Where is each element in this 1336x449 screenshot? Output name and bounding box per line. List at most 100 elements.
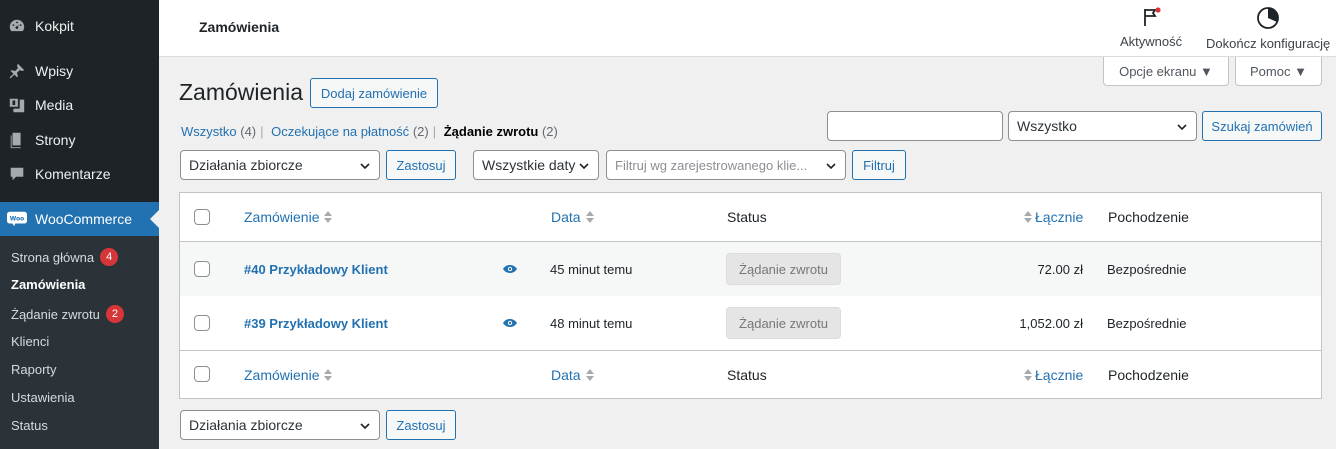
activity-button[interactable]: Aktywność: [1120, 6, 1182, 49]
sidebar-item-posts[interactable]: Wpisy: [0, 54, 159, 88]
table-row[interactable]: #39 Przykładowy Klient 48 minut temu Żąd…: [180, 296, 1321, 350]
sidebar-item-label: Strony: [35, 132, 76, 148]
select-placeholder: Filtruj wg zarejestrowanego klie...: [615, 157, 808, 173]
order-search-input[interactable]: [827, 111, 1003, 141]
sidebar-item-woocommerce[interactable]: Woo WooCommerce: [0, 202, 159, 236]
view-count: (4): [240, 124, 257, 139]
filter-button[interactable]: Filtruj: [852, 150, 906, 180]
order-date: 48 minut temu: [550, 315, 633, 331]
submenu-item-label: Strona główna: [11, 249, 95, 265]
column-footer-total[interactable]: Łącznie: [1023, 351, 1083, 398]
order-link[interactable]: #40 Przykładowy Klient: [244, 242, 388, 296]
page-title: Zamówienia: [179, 79, 303, 105]
help-button[interactable]: Pomoc ▼: [1235, 57, 1322, 86]
finish-setup-button[interactable]: Dokończ konfigurację: [1206, 6, 1330, 51]
view-count: (2): [412, 124, 429, 139]
submenu-item-refund-requests[interactable]: Żądanie zwrotu 2: [11, 305, 124, 323]
view-refund-request[interactable]: Żądanie zwrotu: [444, 124, 539, 139]
view-all[interactable]: Wszystko: [181, 124, 237, 139]
column-header-total[interactable]: Łącznie: [1023, 193, 1083, 241]
dashboard-icon: [7, 16, 27, 36]
column-footer-date[interactable]: Data: [551, 351, 595, 398]
view-count: (2): [541, 124, 558, 139]
select-value: Działania zbiorcze: [189, 157, 303, 173]
row-checkbox[interactable]: [194, 315, 210, 331]
submenu-item-customers[interactable]: Klienci: [11, 334, 49, 349]
notification-badge: 4: [100, 248, 119, 266]
submenu-item-label: Raporty: [11, 362, 57, 377]
progress-circle-icon: [1257, 7, 1280, 29]
submenu-item-orders[interactable]: Zamówienia: [11, 277, 85, 292]
column-header-status: Status: [727, 209, 767, 225]
chevron-down-icon: [1177, 124, 1187, 131]
submenu-item-status[interactable]: Status: [11, 418, 48, 433]
sidebar-item-label: Komentarze: [35, 166, 111, 182]
sidebar-item-label: Kokpit: [35, 18, 74, 34]
sort-icon: [585, 210, 595, 224]
sidebar-item-label: Wpisy: [35, 63, 74, 79]
column-footer-origin: Pochodzenie: [1108, 366, 1189, 383]
column-footer-status: Status: [727, 366, 767, 383]
order-date: 45 minut temu: [550, 261, 633, 277]
search-orders-button[interactable]: Szukaj zamówień: [1202, 111, 1322, 141]
column-header-date[interactable]: Data: [551, 193, 595, 241]
screen-options-button[interactable]: Opcje ekranu ▼: [1103, 57, 1229, 86]
notification-badge: 2: [105, 305, 124, 323]
bulk-actions-select-bottom[interactable]: Działania zbiorcze: [180, 410, 380, 440]
submenu-item-label: Żądanie zwrotu: [11, 306, 100, 322]
submenu-item-label: Status: [11, 418, 48, 433]
submenu-item-reports[interactable]: Raporty: [11, 362, 57, 377]
select-value: Wszystkie daty: [482, 157, 576, 173]
order-status-views: Wszystko (4) | Oczekujące na płatność (2)…: [181, 124, 558, 139]
chevron-down-icon: [360, 163, 370, 170]
select-value: Wszystko: [1017, 118, 1077, 134]
submenu-item-label: Zamówienia: [11, 277, 86, 292]
table-row[interactable]: #40 Przykładowy Klient 45 minut temu Żąd…: [180, 242, 1321, 296]
select-all-checkbox[interactable]: [194, 366, 210, 382]
chevron-down-icon: [826, 163, 836, 170]
column-footer-order[interactable]: Zamówienie: [244, 351, 333, 398]
sidebar-item-label: WooCommerce: [35, 211, 132, 227]
submenu-item-label: Klienci: [11, 334, 50, 349]
search-scope-select[interactable]: Wszystko: [1008, 111, 1197, 141]
header-title: Zamówienia: [199, 19, 280, 35]
bulk-actions-select[interactable]: Działania zbiorcze: [180, 150, 380, 180]
eye-icon[interactable]: [502, 242, 518, 296]
admin-sidebar: Kokpit Wpisy Media Strony Komentarze Woo…: [0, 0, 159, 449]
eye-icon[interactable]: [502, 296, 518, 350]
select-value: Działania zbiorcze: [189, 417, 303, 433]
flag-icon: [1144, 7, 1161, 26]
submenu-item-home[interactable]: Strona główna 4: [11, 248, 119, 266]
row-checkbox[interactable]: [194, 261, 210, 277]
sort-icon: [1023, 210, 1033, 224]
date-filter-select[interactable]: Wszystkie daty: [473, 150, 599, 180]
table-footer-row: Zamówienie Data Status Łącznie Pochodzen…: [180, 350, 1321, 398]
sidebar-item-comments[interactable]: Komentarze: [0, 157, 159, 191]
chevron-down-icon: [360, 423, 370, 430]
sort-icon: [323, 368, 333, 382]
sort-icon: [1023, 368, 1033, 382]
apply-bulk-button-bottom[interactable]: Zastosuj: [386, 410, 456, 440]
select-all-checkbox[interactable]: [194, 209, 210, 225]
apply-bulk-button[interactable]: Zastosuj: [386, 150, 456, 180]
finish-setup-label: Dokończ konfigurację: [1206, 36, 1331, 51]
woocommerce-submenu: Strona główna 4 Zamówienia Żądanie zwrot…: [0, 236, 159, 449]
sidebar-item-label: Media: [35, 97, 74, 113]
sidebar-item-media[interactable]: Media: [0, 88, 159, 122]
sidebar-item-pages[interactable]: Strony: [0, 123, 159, 157]
page-header-bar: Zamówienia Aktywność Dokończ konfiguracj…: [159, 0, 1336, 57]
sort-icon: [323, 210, 333, 224]
status-badge: Żądanie zwrotu: [726, 307, 841, 339]
order-origin: Bezpośrednie: [1107, 315, 1187, 331]
view-pending-payment[interactable]: Oczekujące na płatność: [271, 124, 409, 139]
submenu-item-settings[interactable]: Ustawienia: [11, 390, 75, 405]
add-order-button[interactable]: Dodaj zamówienie: [310, 78, 438, 108]
table-header-row: Zamówienie Data Status Łącznie Pochodzen…: [180, 193, 1321, 242]
submenu-item-label: Ustawienia: [11, 390, 75, 405]
woo-logo-text: Woo: [10, 216, 24, 222]
sidebar-item-dashboard[interactable]: Kokpit: [0, 9, 159, 43]
column-header-order[interactable]: Zamówienie: [244, 193, 333, 241]
order-total: 72.00 zł: [1037, 261, 1083, 277]
customer-filter-select[interactable]: Filtruj wg zarejestrowanego klie...: [606, 150, 846, 180]
order-link[interactable]: #39 Przykładowy Klient: [244, 296, 388, 350]
